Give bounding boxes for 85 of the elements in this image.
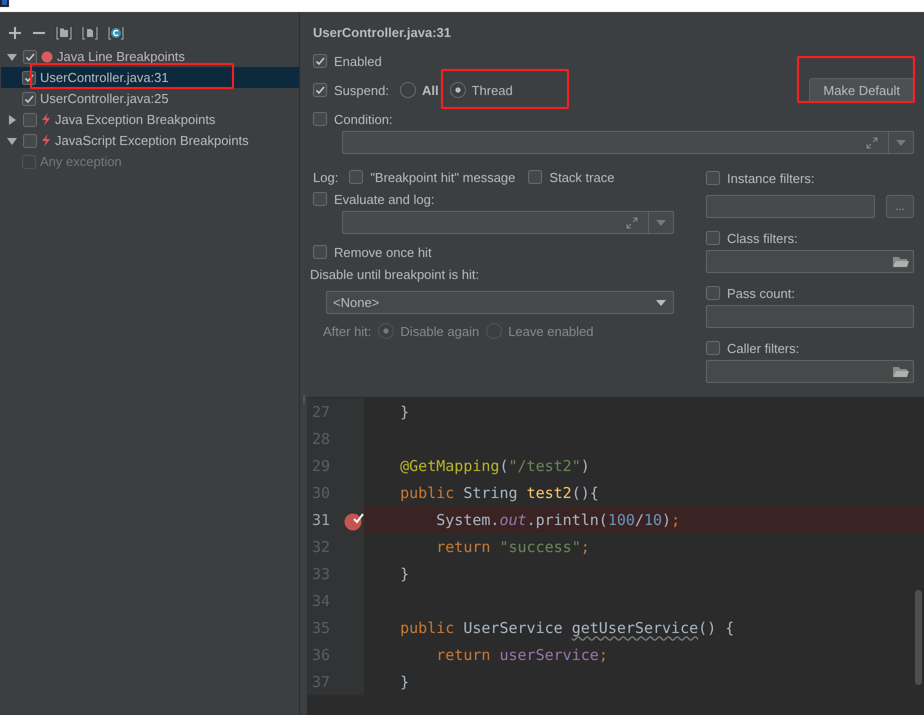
scrollbar-thumb[interactable]	[915, 590, 922, 685]
checkbox-label: Condition:	[334, 112, 393, 126]
lightning-icon	[41, 134, 51, 147]
expand-icon	[866, 136, 878, 148]
tree-item-label: UserController.java:25	[40, 91, 169, 106]
tree-item-label: Java Line Breakpoints	[57, 49, 185, 64]
code-line: }	[399, 672, 410, 692]
lightning-icon	[41, 113, 51, 126]
checkbox-label: Evaluate and log:	[334, 192, 434, 206]
code-line: public UserService getUserService() {	[399, 618, 736, 638]
tree-row[interactable]: Java Line Breakpoints	[1, 46, 299, 67]
checkbox[interactable]	[22, 92, 36, 106]
expanded-arrow-icon[interactable]	[7, 136, 17, 146]
filter-label: Pass count:	[727, 286, 795, 300]
checkbox-label: Suspend:	[334, 82, 389, 98]
log-label: Log:	[313, 170, 338, 184]
checkbox[interactable]	[313, 83, 327, 97]
filter-field[interactable]	[706, 305, 914, 328]
code-line: }	[399, 564, 410, 584]
more-button[interactable]: ...	[886, 195, 914, 218]
checkbox-label: "Breakpoint hit" message	[370, 170, 516, 184]
checkbox[interactable]	[23, 50, 37, 64]
expanded-arrow-icon[interactable]	[7, 52, 17, 62]
file-icon[interactable]	[82, 25, 98, 41]
dropdown-arrow-icon	[656, 220, 666, 226]
collapsed-arrow-icon[interactable]	[7, 114, 17, 124]
code-line: return userService;	[435, 644, 609, 666]
checkbox[interactable]	[313, 54, 327, 68]
checkbox[interactable]	[313, 245, 327, 259]
breakpoint-dropdown[interactable]: <None>	[326, 291, 674, 314]
checkbox-label: Stack trace	[549, 170, 614, 184]
radio-button[interactable]	[450, 82, 466, 98]
filter-field[interactable]	[706, 195, 875, 218]
evaluate-field[interactable]	[342, 211, 674, 234]
dropdown-arrow-icon	[656, 300, 666, 306]
breakpoint-dot-icon	[41, 50, 53, 62]
tree-item-label: Any exception	[40, 154, 122, 169]
checkbox[interactable]	[23, 134, 37, 148]
radio-label: All	[422, 82, 439, 98]
filter-label: Instance filters:	[727, 170, 814, 186]
radio-label: Disable again	[400, 324, 480, 338]
code-line: }	[399, 402, 410, 422]
filter-label: Caller filters:	[727, 340, 800, 356]
breakpoint-check-icon[interactable]	[344, 511, 364, 531]
checkbox[interactable]	[706, 341, 720, 355]
tree-item-label: JavaScript Exception Breakpoints	[55, 133, 249, 148]
folder-icon	[892, 364, 910, 378]
folder-icon[interactable]	[56, 25, 72, 41]
make-default-button[interactable]: Make Default	[809, 78, 914, 102]
tree-row[interactable]: JavaScript Exception Breakpoints	[1, 130, 299, 151]
code-line: public String test2(){	[399, 482, 600, 504]
splitter-handle-icon[interactable]	[302, 395, 304, 405]
filter-field[interactable]	[706, 360, 914, 383]
disable-until-label: Disable until breakpoint is hit:	[310, 266, 480, 282]
tree-item-label: UserController.java:31	[40, 70, 169, 85]
tree-row[interactable]: UserController.java:25	[1, 88, 299, 109]
dropdown-arrow-icon	[896, 140, 906, 146]
checkbox[interactable]	[706, 231, 720, 245]
radio-label: Thread	[472, 82, 513, 98]
window-icon	[0, 0, 10, 8]
tree-row[interactable]: Java Exception Breakpoints	[1, 109, 299, 130]
tree-item-label: Java Exception Breakpoints	[55, 112, 216, 127]
filter-label: Class filters:	[727, 230, 798, 246]
checkbox[interactable]	[313, 192, 327, 206]
filter-field[interactable]	[706, 250, 914, 273]
add-icon[interactable]	[8, 26, 22, 40]
expand-icon	[626, 216, 638, 228]
checkbox[interactable]	[706, 171, 720, 185]
condition-field[interactable]	[342, 131, 914, 154]
radio-label: Leave enabled	[508, 324, 594, 338]
breakpoint-title: UserController.java:31	[313, 24, 452, 42]
after-hit-label: After hit:	[323, 324, 372, 338]
checkbox[interactable]	[23, 112, 37, 126]
code-line: @GetMapping("/test2")	[399, 456, 591, 476]
checkbox-label: Enabled	[334, 54, 382, 68]
checkbox[interactable]	[313, 112, 327, 126]
folder-icon	[892, 254, 910, 268]
line-number: 31	[311, 510, 330, 528]
checkbox-label: Remove once hit	[334, 244, 432, 260]
code-line: return "success";	[435, 536, 591, 558]
class-icon[interactable]	[108, 25, 124, 41]
checkbox[interactable]	[528, 170, 542, 184]
checkbox[interactable]	[706, 286, 720, 300]
checkbox[interactable]	[349, 170, 364, 184]
radio-button[interactable]	[400, 82, 416, 98]
